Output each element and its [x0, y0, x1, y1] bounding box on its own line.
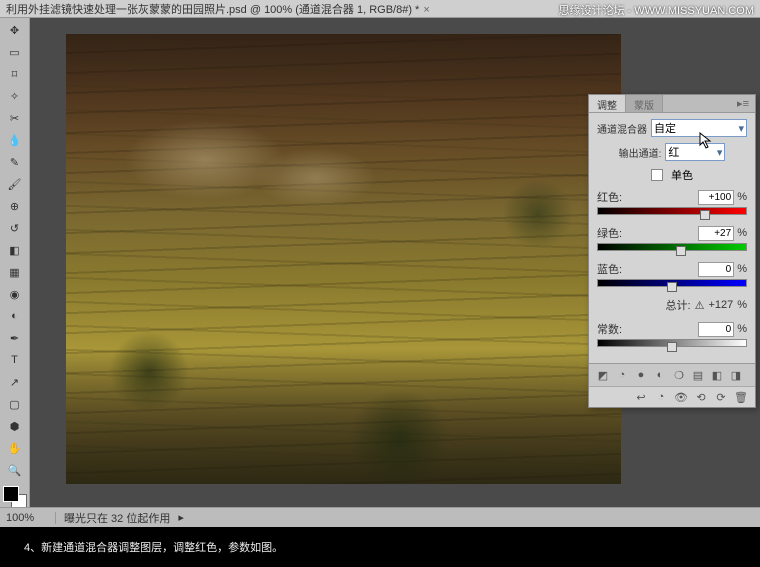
total-label: 总计:	[666, 297, 691, 313]
panel-action-row: ↩ ◔ 👁 ⟲ ⟳ 🗑	[589, 386, 755, 407]
dodge-tool-icon[interactable]: ◐	[4, 306, 26, 326]
panel-menu-icon[interactable]: ▸≡	[731, 95, 755, 112]
red-input[interactable]	[698, 190, 734, 205]
adjustments-panel: 调整 蒙版 ▸≡ 通道混合器 自定 ▾ 输出通道: 红 ▾ 单色	[588, 94, 756, 408]
chevron-down-icon: ▾	[738, 122, 744, 135]
zoom-level[interactable]: 100%	[6, 512, 56, 524]
document-canvas[interactable]	[66, 34, 621, 484]
blue-label: 蓝色:	[597, 261, 622, 277]
monochrome-checkbox[interactable]	[651, 169, 663, 181]
adj-icon[interactable]: ◐	[652, 368, 668, 382]
hand-tool-icon[interactable]: ✋	[4, 438, 26, 458]
output-channel-label: 输出通道:	[619, 145, 662, 160]
brush-tool-icon[interactable]: 🖌	[4, 174, 26, 194]
reset-icon[interactable]: ⟳	[713, 390, 729, 404]
foreground-color-icon[interactable]	[3, 486, 19, 502]
panel-icon-row: ◩ ◔ ● ◐ ❍ ▤ ◧ ◨	[589, 363, 755, 386]
monochrome-label: 单色	[671, 167, 693, 183]
path-tool-icon[interactable]: ↗	[4, 372, 26, 392]
shape-tool-icon[interactable]: ▢	[4, 394, 26, 414]
red-label: 红色:	[597, 189, 622, 205]
constant-slider[interactable]	[597, 339, 747, 349]
constant-input[interactable]	[698, 322, 734, 337]
red-slider-row: 红色: %	[597, 189, 747, 217]
adj-icon[interactable]: ◨	[728, 368, 744, 382]
healing-tool-icon[interactable]: ✎	[4, 152, 26, 172]
eyedropper-tool-icon[interactable]: 💧	[4, 130, 26, 150]
green-label: 绿色:	[597, 225, 622, 241]
adj-icon[interactable]: ●	[633, 368, 649, 382]
gradient-tool-icon[interactable]: ▦	[4, 262, 26, 282]
history-brush-icon[interactable]: ↺	[4, 218, 26, 238]
preset-select[interactable]: 自定 ▾	[651, 119, 747, 137]
visibility-icon[interactable]: 👁	[673, 390, 689, 404]
watermark-text: 思缘设计论坛 - WWW.MISSYUAN.COM	[558, 2, 754, 18]
blur-tool-icon[interactable]: ◉	[4, 284, 26, 304]
photoshop-window: 思缘设计论坛 - WWW.MISSYUAN.COM 利用外挂滤镜快速处理一张灰蒙…	[0, 0, 760, 527]
total-row: 总计: ⚠ +127 %	[597, 297, 747, 313]
tools-palette: ✥ ▭ ⌑ ✧ ✂ 💧 ✎ 🖌 ⊕ ↺ ◧ ▦ ◉ ◐ ✒ T ↗ ▢ ⬢ ✋ …	[0, 18, 30, 527]
3d-tool-icon[interactable]: ⬢	[4, 416, 26, 436]
marquee-tool-icon[interactable]: ▭	[4, 42, 26, 62]
return-icon[interactable]: ↩	[633, 390, 649, 404]
blue-input[interactable]	[698, 262, 734, 277]
adj-icon[interactable]: ▤	[690, 368, 706, 382]
green-slider[interactable]	[597, 243, 747, 253]
trash-icon[interactable]: 🗑	[733, 390, 749, 404]
blue-slider[interactable]	[597, 279, 747, 289]
lasso-tool-icon[interactable]: ⌑	[4, 64, 26, 84]
slider-thumb-icon[interactable]	[667, 282, 677, 292]
status-info: 曝光只在 32 位起作用	[64, 510, 170, 526]
slider-thumb-icon[interactable]	[676, 246, 686, 256]
adj-icon[interactable]: ❍	[671, 368, 687, 382]
wand-tool-icon[interactable]: ✧	[4, 86, 26, 106]
slider-thumb-icon[interactable]	[700, 210, 710, 220]
blue-slider-row: 蓝色: %	[597, 261, 747, 289]
status-bar: 100% 曝光只在 32 位起作用 ▸	[0, 507, 760, 527]
type-tool-icon[interactable]: T	[4, 350, 26, 370]
eraser-tool-icon[interactable]: ◧	[4, 240, 26, 260]
adj-icon[interactable]: ◔	[614, 368, 630, 382]
clip-icon[interactable]: ◔	[653, 390, 669, 404]
preset-value: 自定	[654, 120, 676, 136]
constant-label: 常数:	[597, 321, 622, 337]
adj-icon[interactable]: ◧	[709, 368, 725, 382]
pen-tool-icon[interactable]: ✒	[4, 328, 26, 348]
crop-tool-icon[interactable]: ✂	[4, 108, 26, 128]
slider-thumb-icon[interactable]	[667, 342, 677, 352]
document-title: 利用外挂滤镜快速处理一张灰蒙蒙的田园照片.psd @ 100% (通道混合器 1…	[6, 1, 419, 17]
constant-slider-row: 常数: %	[597, 321, 747, 349]
total-value: +127	[708, 299, 733, 311]
tab-adjustments[interactable]: 调整	[589, 95, 626, 112]
green-input[interactable]	[698, 226, 734, 241]
panel-tabs: 调整 蒙版 ▸≡	[589, 95, 755, 113]
chevron-down-icon: ▾	[717, 146, 723, 159]
move-tool-icon[interactable]: ✥	[4, 20, 26, 40]
zoom-tool-icon[interactable]: 🔍	[4, 460, 26, 480]
preset-label: 通道混合器	[597, 121, 647, 136]
output-channel-value: 红	[668, 144, 679, 160]
green-slider-row: 绿色: %	[597, 225, 747, 253]
previous-icon[interactable]: ⟲	[693, 390, 709, 404]
red-slider[interactable]	[597, 207, 747, 217]
tutorial-caption: 4、新建通道混合器调整图层，调整红色，参数如图。	[0, 527, 760, 567]
total-unit: %	[737, 299, 747, 311]
warning-icon: ⚠	[695, 299, 705, 312]
close-icon[interactable]: ×	[423, 4, 433, 14]
tab-masks[interactable]: 蒙版	[626, 95, 663, 112]
adj-icon[interactable]: ◩	[595, 368, 611, 382]
status-menu-icon[interactable]: ▸	[178, 511, 184, 524]
stamp-tool-icon[interactable]: ⊕	[4, 196, 26, 216]
output-channel-select[interactable]: 红 ▾	[665, 143, 725, 161]
caption-text: 4、新建通道混合器调整图层，调整红色，参数如图。	[24, 539, 283, 555]
